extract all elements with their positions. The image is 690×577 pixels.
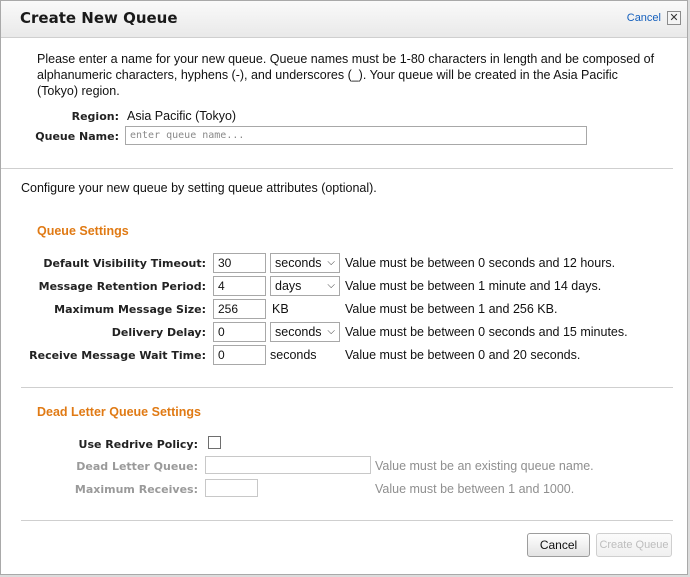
create-queue-button[interactable]: Create Queue [596,533,672,557]
visibility-timeout-hint: Value must be between 0 seconds and 12 h… [345,256,616,270]
dead-letter-queue-label: Dead Letter Queue: [76,460,198,473]
wait-time-input[interactable] [213,345,266,365]
dialog-title: Create New Queue [20,9,178,27]
cancel-button[interactable]: Cancel [527,533,590,557]
visibility-timeout-unit-select[interactable]: seconds ⌵ [270,253,340,273]
region-label: Region: [71,110,119,123]
queue-settings-title: Queue Settings [37,224,129,238]
max-message-size-unit: KB [272,302,289,316]
max-message-size-input[interactable] [213,299,266,319]
create-queue-dialog: Create New Queue Cancel ✕ Please enter a… [0,0,688,575]
visibility-timeout-label: Default Visibility Timeout: [43,257,206,270]
wait-time-hint: Value must be between 0 and 20 seconds. [345,348,581,362]
header-cancel-link[interactable]: Cancel [627,12,661,24]
delivery-delay-label: Delivery Delay: [111,326,206,339]
delivery-delay-unit: seconds [275,325,322,339]
dead-letter-title: Dead Letter Queue Settings [37,405,201,419]
configure-text: Configure your new queue by setting queu… [21,181,377,195]
delivery-delay-unit-select[interactable]: seconds ⌵ [270,322,340,342]
retention-period-label: Message Retention Period: [38,280,206,293]
visibility-timeout-input[interactable] [213,253,266,273]
dialog-titlebar: Create New Queue Cancel ✕ [1,1,687,38]
use-redrive-label: Use Redrive Policy: [78,438,198,451]
dead-letter-queue-input[interactable] [205,456,371,474]
wait-time-unit: seconds [270,348,317,362]
retention-period-input[interactable] [213,276,266,296]
max-receives-label: Maximum Receives: [74,483,198,496]
use-redrive-checkbox[interactable] [208,436,221,449]
queue-name-input[interactable] [125,126,587,145]
wait-time-label: Receive Message Wait Time: [29,349,206,362]
retention-period-unit-select[interactable]: days ⌵ [270,276,340,296]
chevron-down-icon: ⌵ [327,280,335,291]
retention-period-hint: Value must be between 1 minute and 14 da… [345,279,602,293]
delivery-delay-input[interactable] [213,322,266,342]
chevron-down-icon: ⌵ [327,257,335,268]
close-icon[interactable]: ✕ [667,11,681,25]
divider-bottom [21,520,673,521]
chevron-down-icon: ⌵ [327,326,335,337]
max-receives-input[interactable] [205,479,258,497]
max-message-size-label: Maximum Message Size: [54,303,206,316]
max-receives-hint: Value must be between 1 and 1000. [375,482,575,496]
retention-period-unit: days [275,279,302,293]
divider-top [1,168,673,169]
dead-letter-queue-hint: Value must be an existing queue name. [375,459,594,473]
delivery-delay-hint: Value must be between 0 seconds and 15 m… [345,325,628,339]
divider-middle [21,387,673,388]
queue-name-label: Queue Name: [35,130,119,143]
region-value: Asia Pacific (Tokyo) [127,109,237,123]
visibility-timeout-unit: seconds [275,256,322,270]
intro-text: Please enter a name for your new queue. … [37,52,655,98]
max-message-size-hint: Value must be between 1 and 256 KB. [345,302,558,316]
